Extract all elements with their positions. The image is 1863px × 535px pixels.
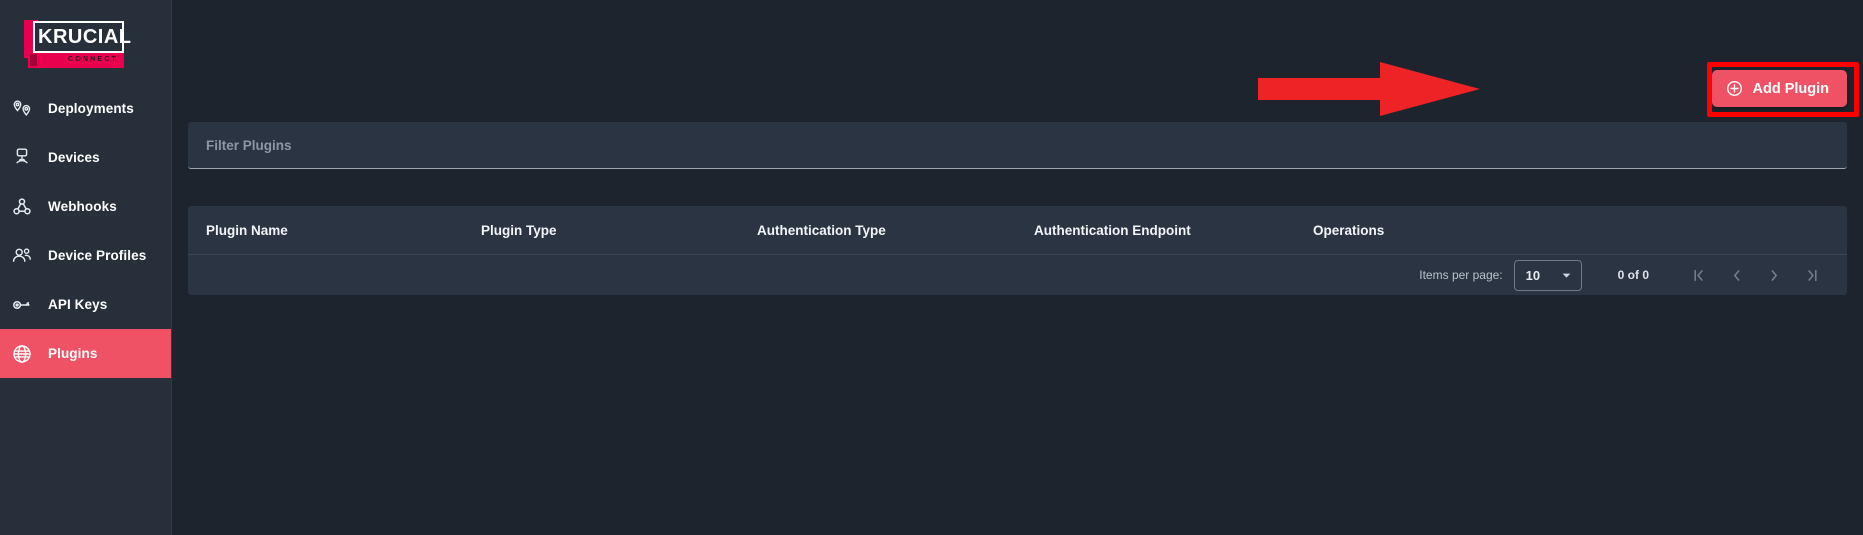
chevron-left-icon — [1733, 269, 1739, 281]
sidebar-item-device-profiles[interactable]: Device Profiles — [0, 231, 171, 280]
table-header-row: Plugin Name Plugin Type Authentication T… — [188, 206, 1847, 255]
plugins-page: KRUCIAL CONNECT Deployments Devices Webh… — [0, 0, 1863, 535]
users-icon — [8, 242, 36, 270]
plugins-table-card: Plugin Name Plugin Type Authentication T… — [188, 206, 1847, 295]
add-plugin-label: Add Plugin — [1752, 80, 1829, 97]
location-pins-icon — [8, 95, 36, 123]
page-toolbar: Add Plugin — [172, 0, 1863, 122]
logo-wordmark: KRUCIAL — [38, 26, 132, 48]
sidebar-item-label: API Keys — [48, 297, 108, 312]
sidebar-item-webhooks[interactable]: Webhooks — [0, 182, 171, 231]
sidebar-item-deployments[interactable]: Deployments — [0, 84, 171, 133]
next-page-button[interactable] — [1755, 256, 1793, 294]
sidebar: KRUCIAL CONNECT Deployments Devices Webh… — [0, 0, 172, 535]
first-page-button[interactable] — [1679, 256, 1717, 294]
key-icon — [8, 291, 36, 319]
items-per-page-select[interactable]: 10 — [1513, 259, 1582, 291]
first-page-icon — [1693, 269, 1703, 281]
column-header-operations: Operations — [1313, 222, 1385, 238]
sidebar-item-plugins[interactable]: Plugins — [0, 329, 171, 378]
last-page-button[interactable] — [1793, 256, 1831, 294]
brand-logo[interactable]: KRUCIAL CONNECT — [0, 0, 171, 84]
sidebar-item-label: Devices — [48, 150, 100, 165]
sidebar-nav: Deployments Devices Webhooks Device Prof… — [0, 84, 171, 378]
table-paginator: Items per page: 10 0 of 0 — [188, 255, 1847, 295]
previous-page-button[interactable] — [1717, 256, 1755, 294]
sidebar-item-label: Plugins — [48, 346, 98, 361]
column-header-authentication-type: Authentication Type — [757, 222, 886, 238]
sidebar-item-devices[interactable]: Devices — [0, 133, 171, 182]
filter-plugins-title: Filter Plugins — [206, 137, 292, 153]
sidebar-item-label: Deployments — [48, 101, 134, 116]
page-range-label: 0 of 0 — [1617, 268, 1649, 282]
sidebar-item-label: Device Profiles — [48, 248, 147, 263]
main-content: Add Plugin Filter Plugins Plugin Name Pl… — [172, 0, 1863, 535]
sidebar-item-api-keys[interactable]: API Keys — [0, 280, 171, 329]
webhook-icon — [8, 193, 36, 221]
column-header-authentication-endpoint: Authentication Endpoint — [1034, 222, 1191, 238]
chevron-down-icon — [1562, 273, 1571, 278]
items-per-page-label: Items per page: — [1419, 268, 1503, 282]
column-header-plugin-type: Plugin Type — [481, 222, 557, 238]
logo-tagline: CONNECT — [67, 56, 118, 63]
sensor-signal-icon — [8, 144, 36, 172]
add-plugin-button[interactable]: Add Plugin — [1712, 70, 1847, 107]
last-page-icon — [1807, 269, 1817, 281]
sidebar-item-label: Webhooks — [48, 199, 117, 214]
items-per-page-value: 10 — [1525, 267, 1541, 283]
plus-circle-icon — [1727, 80, 1743, 97]
filter-plugins-card[interactable]: Filter Plugins — [188, 122, 1847, 169]
column-header-plugin-name: Plugin Name — [206, 222, 288, 238]
chevron-right-icon — [1771, 269, 1777, 281]
globe-icon — [8, 340, 36, 368]
